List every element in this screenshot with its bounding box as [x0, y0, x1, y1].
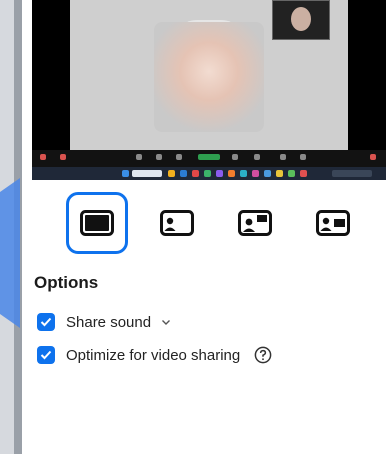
callout-arrow-icon	[0, 178, 20, 328]
video-icon	[60, 154, 66, 160]
os-taskbar-preview	[32, 167, 386, 180]
checkmark-icon	[40, 317, 52, 327]
record-icon	[232, 154, 238, 160]
participant-face	[154, 22, 264, 132]
screen-share-preview	[32, 0, 386, 180]
options-heading: Options	[34, 273, 99, 292]
optimize-video-option: Optimize for video sharing	[37, 345, 272, 365]
taskbar-app-icon	[276, 170, 283, 177]
share-sound-label[interactable]: Share sound	[66, 314, 151, 331]
chevron-down-icon[interactable]	[161, 319, 171, 326]
mute-icon	[40, 154, 46, 160]
participants-icon	[136, 154, 142, 160]
picture-in-picture-layout-icon	[160, 210, 194, 236]
self-view-thumbnail	[272, 0, 330, 40]
system-tray	[332, 170, 372, 177]
taskbar-app-icon	[252, 170, 259, 177]
taskbar-app-icon	[216, 170, 223, 177]
taskbar-app-icon	[168, 170, 175, 177]
chat-icon	[156, 154, 162, 160]
optimize-video-checkbox[interactable]	[37, 346, 55, 364]
checkmark-icon	[40, 350, 52, 360]
side-by-side-layout-icon	[238, 210, 272, 236]
layout-picture-in-picture-button[interactable]	[146, 192, 208, 254]
settings-icon	[300, 154, 306, 160]
presenter-layout-icon	[316, 210, 350, 236]
help-icon[interactable]	[254, 346, 272, 364]
layout-side-by-side-button[interactable]	[224, 192, 286, 254]
taskbar-app-icon	[192, 170, 199, 177]
taskbar-app-icon	[264, 170, 271, 177]
taskbar-app-icon	[180, 170, 187, 177]
layout-options	[66, 192, 386, 254]
fullscreen-layout-icon	[80, 210, 114, 236]
react-icon	[176, 154, 182, 160]
taskbar-app-icon	[228, 170, 235, 177]
self-view-face	[291, 7, 311, 31]
optimize-video-label[interactable]: Optimize for video sharing	[66, 347, 240, 364]
taskbar-app-icon	[288, 170, 295, 177]
share-sound-checkbox[interactable]	[37, 313, 55, 331]
share-sound-option: Share sound	[37, 312, 171, 332]
share-options-panel: Options Share sound Optimize for video s…	[22, 0, 386, 454]
meeting-toolbar-preview	[32, 150, 386, 167]
taskbar-search-icon	[132, 170, 162, 177]
start-icon	[122, 170, 129, 177]
taskbar-app-icon	[204, 170, 211, 177]
taskbar-app-icon	[240, 170, 247, 177]
taskbar-app-icon	[300, 170, 307, 177]
share-screen-icon	[198, 154, 220, 160]
end-icon	[370, 154, 376, 160]
layout-presenter-button[interactable]	[302, 192, 364, 254]
more-icon	[280, 154, 286, 160]
layout-fullscreen-button[interactable]	[66, 192, 128, 254]
apps-icon	[254, 154, 260, 160]
